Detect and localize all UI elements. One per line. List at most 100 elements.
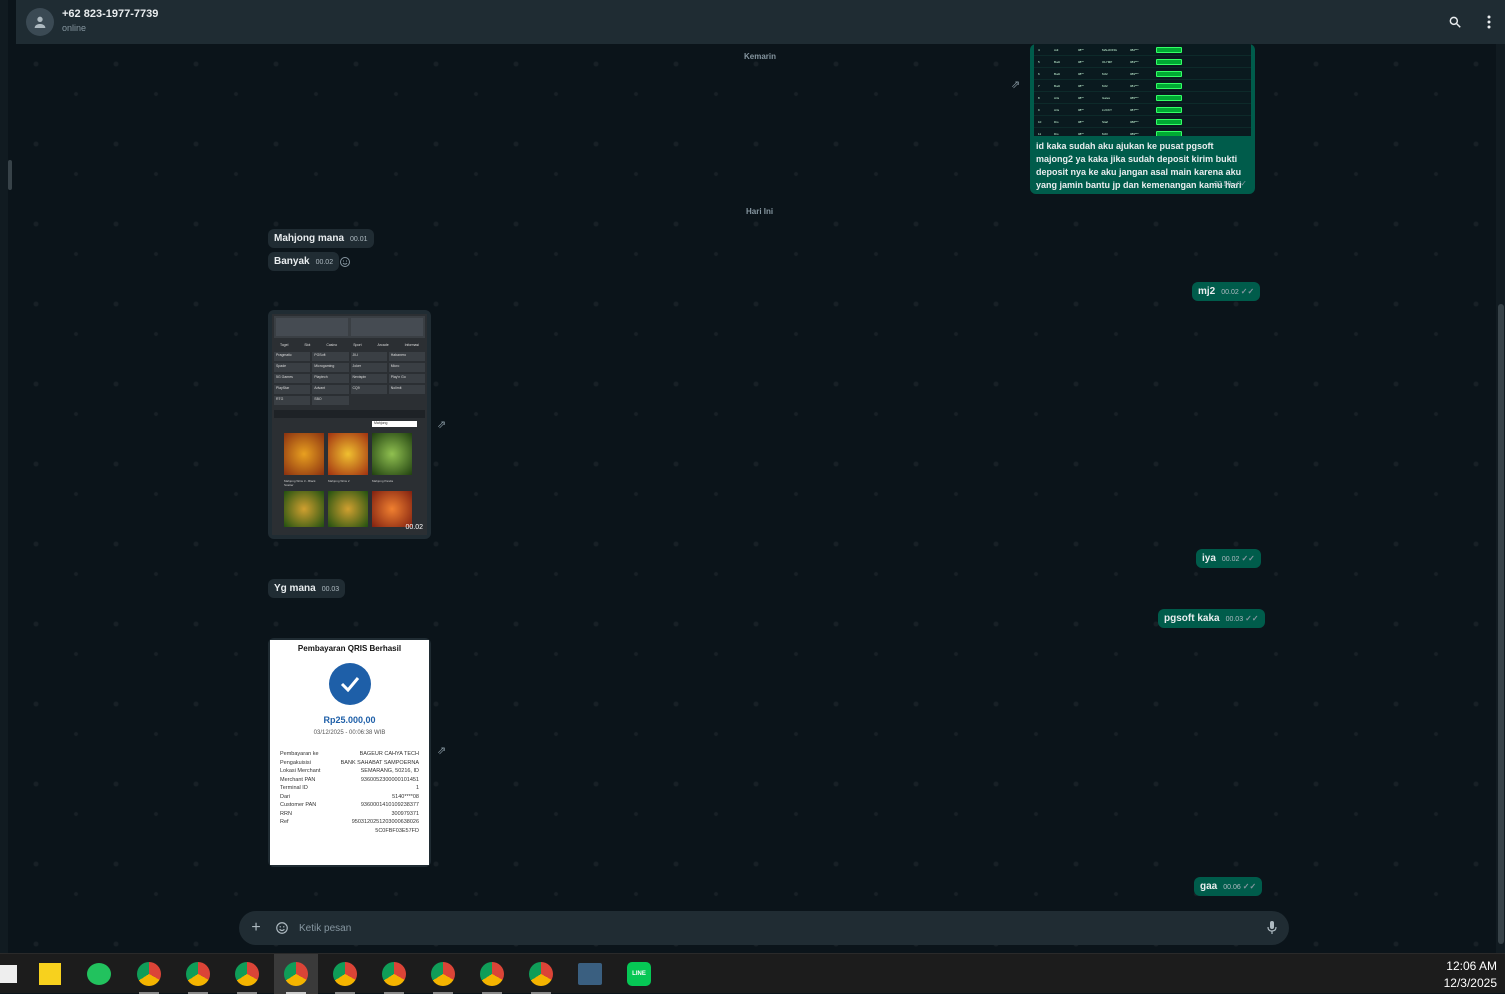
receipt-label: RRN — [280, 810, 292, 817]
receipt-row: Merchant PAN 9360052300000101451 — [280, 776, 419, 785]
reaction-emoji-icon[interactable] — [339, 255, 351, 273]
chrome-icon[interactable] — [127, 954, 171, 994]
receipt-value: 9360052300000101451 — [360, 776, 419, 783]
message-input[interactable] — [299, 919, 1249, 937]
provider-tile: Nextspin — [350, 374, 387, 383]
forward-icon[interactable]: ⇗ — [1011, 78, 1020, 91]
plus-icon[interactable]: + — [247, 919, 265, 937]
receipt-value: 300979371 — [391, 810, 419, 817]
receipt-row: 5C0FBF03E57FD — [280, 827, 419, 836]
incoming-message[interactable]: Banyak 00.02 — [268, 252, 340, 271]
search-icon[interactable] — [1446, 13, 1464, 31]
outgoing-message[interactable]: mj2 00.02 ✓✓ — [1192, 282, 1261, 301]
forward-icon[interactable]: ⇗ — [437, 744, 446, 757]
contact-avatar[interactable] — [26, 8, 54, 36]
game-title: Mahjong Wins 2 — [328, 479, 350, 483]
provider-tile: Nolimit — [388, 385, 425, 394]
chrome-icon[interactable] — [323, 954, 367, 994]
message-text: Yg mana — [274, 583, 316, 594]
chrome-icon[interactable] — [176, 954, 220, 994]
incoming-message[interactable]: Yg mana 00.03 — [268, 579, 346, 598]
message-time: 00.06 — [1223, 884, 1241, 891]
game-tab: Casino — [326, 343, 338, 347]
outgoing-message[interactable]: gaa 00.06 ✓✓ — [1194, 877, 1263, 896]
game-thumbnail — [372, 491, 412, 527]
game-lobby-screenshot[interactable]: Togel Slot Casino Sport Arcade Informasi… — [272, 314, 427, 535]
read-ticks-icon: ✓✓ — [1240, 287, 1255, 296]
whatsapp-window: +62 823-1977-7739 online Kemarin Hari In… — [0, 0, 1505, 953]
leaderboard-image[interactable]: 4 Adi 08** MAHJONG 082*** 5 Budi 08** OLYMP 083*… — [1034, 44, 1251, 136]
game-search-box: Mahjong — [372, 421, 417, 427]
provider-tile: Joker — [350, 363, 387, 372]
message-time: 00.02 — [315, 259, 334, 266]
line-app-icon[interactable]: LINE — [617, 954, 661, 994]
chrome-icon[interactable] — [372, 954, 416, 994]
message-time: 00.03 — [321, 586, 340, 593]
provider-tile: Micro — [388, 363, 425, 372]
receipt-value: BAGEUR CAHYA TECH — [359, 751, 419, 757]
game-title: Mahjong Panda — [372, 479, 394, 483]
receipt-label: Pembayaran ke — [280, 751, 319, 757]
sticker-icon[interactable] — [273, 919, 291, 937]
receipt-label: Merchant PAN — [280, 776, 316, 783]
message-composer[interactable]: + — [239, 911, 1289, 945]
scroll-thumb[interactable] — [1498, 304, 1504, 944]
incoming-message[interactable]: Mahjong mana 00.01 — [268, 229, 374, 248]
provider-tile: Spade — [274, 363, 311, 372]
outgoing-image-caption[interactable]: 4 Adi 08** MAHJONG 082*** 5 Budi 08** OLYMP 083*… — [1030, 44, 1255, 194]
chrome-icon[interactable] — [225, 954, 269, 994]
qris-receipt[interactable]: Pembayaran QRIS Berhasil Rp25.000,00 03/… — [270, 640, 429, 865]
messages-icon[interactable] — [77, 954, 121, 994]
read-ticks-icon: ✓✓ — [1233, 179, 1247, 188]
taskbar-app-icon[interactable] — [0, 954, 30, 994]
contact-name[interactable]: +62 823-1977-7739 — [62, 8, 158, 20]
app-icon[interactable] — [568, 954, 612, 994]
kebab-menu-icon[interactable] — [1480, 13, 1498, 31]
provider-tile: Pragmatic — [274, 352, 311, 361]
receipt-value: SEMARANG, 50216, ID — [360, 768, 419, 774]
receipt-label: Pengakuisisi — [280, 759, 311, 766]
provider-tile: 5G Games — [274, 374, 311, 383]
chrome-icon[interactable] — [470, 954, 514, 994]
clock-date: 12/3/2025 — [1443, 976, 1497, 990]
chrome-icon[interactable] — [274, 954, 318, 994]
provider-tile: Play'n Go — [388, 374, 425, 383]
chat-area[interactable]: Kemarin Hari Ini ⇗ 4 Adi 08** MAHJONG 082***… — [16, 44, 1504, 953]
chrome-icon[interactable] — [519, 954, 563, 994]
chat-header[interactable]: +62 823-1977-7739 online — [16, 0, 1505, 44]
game-thumbnail — [284, 491, 324, 527]
receipt-row: RRN 300979371 — [280, 810, 419, 819]
windows-taskbar: LINE 12:06 AM 12/3/2025 — [0, 953, 1505, 994]
receipt-value: 1 — [415, 785, 419, 791]
game-tab: Sport — [353, 343, 362, 347]
game-tab: Togel — [279, 343, 289, 347]
chrome-icon[interactable] — [421, 954, 465, 994]
mic-icon[interactable] — [1263, 919, 1281, 937]
date-separator-today: Hari Ini — [746, 207, 774, 216]
receipt-label: Dari — [280, 793, 291, 800]
receipt-value: BANK SAHABAT SAMPOERNA — [340, 759, 419, 766]
game-thumbnail — [284, 433, 324, 475]
game-title: Mahjong Wins 3 - Black Scatter — [284, 479, 316, 487]
game-thumbnail — [372, 433, 412, 475]
sticky-notes-icon[interactable] — [28, 954, 72, 994]
incoming-image[interactable]: Pembayaran QRIS Berhasil Rp25.000,00 03/… — [268, 638, 431, 867]
message-time: 00.03 — [1225, 616, 1244, 623]
receipt-value: 5140****08 — [392, 793, 419, 800]
message-text: pgsoft kaka — [1164, 613, 1220, 624]
game-tab: Arcade — [377, 343, 389, 347]
clock-time: 12:06 AM — [1446, 959, 1497, 973]
system-clock[interactable]: 12:06 AM 12/3/2025 — [1444, 958, 1497, 992]
outgoing-message[interactable]: pgsoft kaka 00.03 ✓✓ — [1158, 609, 1265, 628]
receipt-datetime: 03/12/2025 - 00:06:38 WIB — [313, 730, 386, 736]
side-scroll-indicator — [8, 160, 12, 190]
provider-tile: CQ9 — [350, 385, 387, 394]
incoming-image[interactable]: Togel Slot Casino Sport Arcade Informasi… — [268, 310, 431, 539]
success-check-icon — [328, 663, 371, 705]
message-text: mj2 — [1198, 286, 1216, 297]
outgoing-message[interactable]: iya 00.02 ✓✓ — [1196, 549, 1261, 568]
forward-icon[interactable]: ⇗ — [437, 418, 446, 431]
receipt-details: Pembayaran ke BAGEUR CAHYA TECH Pengakuisi… — [270, 750, 429, 835]
provider-tile: PlayStar — [274, 385, 311, 394]
chat-scrollbar[interactable] — [1496, 44, 1505, 953]
